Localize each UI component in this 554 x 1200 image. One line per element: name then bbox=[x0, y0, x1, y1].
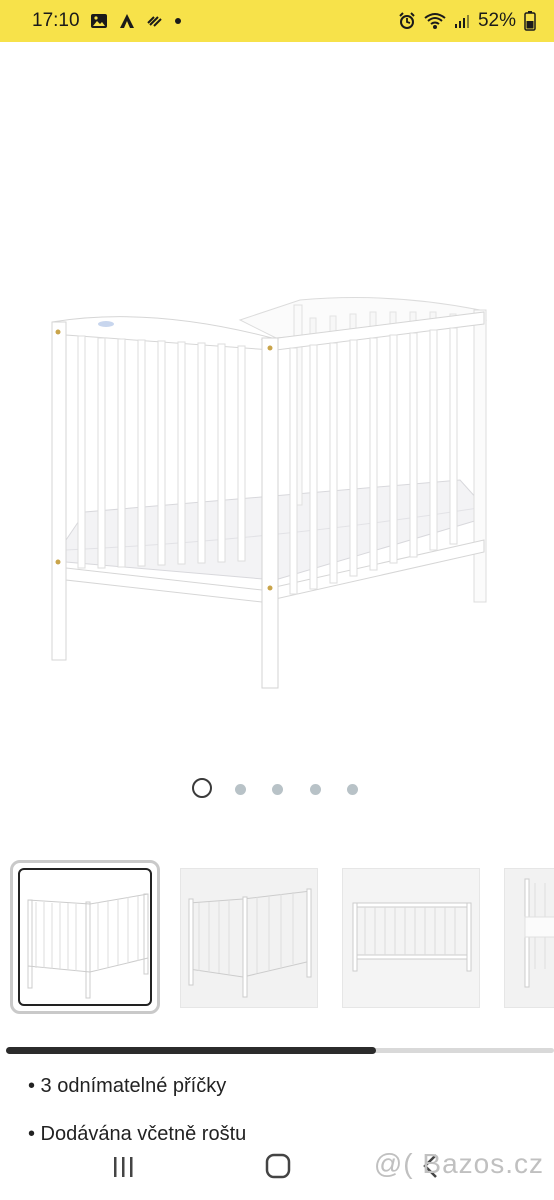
image-pagination bbox=[0, 778, 554, 802]
thumbnail-strip[interactable] bbox=[0, 860, 554, 1020]
thumbnail[interactable] bbox=[180, 868, 318, 1008]
status-bar: 17:10 52% bbox=[0, 0, 554, 42]
notification-dot-icon bbox=[174, 17, 182, 25]
thumbnail-crib-image bbox=[181, 869, 317, 1007]
pagination-dot[interactable] bbox=[347, 784, 358, 795]
signal-icon bbox=[454, 13, 470, 29]
pagination-dot[interactable] bbox=[235, 784, 246, 795]
pagination-dot[interactable] bbox=[310, 784, 321, 795]
status-left: 17:10 bbox=[32, 10, 182, 32]
app-logo-icon bbox=[118, 13, 136, 29]
thumbnail-crib-image bbox=[27, 893, 149, 999]
thumbnail-selected[interactable] bbox=[10, 860, 160, 1014]
watermark: @( Bazos.cz bbox=[373, 1148, 544, 1179]
pagination-dot-active[interactable] bbox=[192, 778, 212, 798]
main-product-image[interactable] bbox=[0, 250, 554, 720]
thumbnail-crib-image bbox=[343, 869, 479, 1007]
recent-apps-icon[interactable] bbox=[110, 1154, 136, 1185]
crib-image bbox=[51, 297, 487, 689]
thumbnail[interactable] bbox=[504, 868, 554, 1008]
thumbnail[interactable] bbox=[342, 868, 480, 1008]
thumbnail-crib-image bbox=[505, 869, 554, 1007]
gallery-icon bbox=[90, 13, 108, 29]
wifi-icon bbox=[424, 12, 446, 30]
description-bullet: • 3 odnímatelné příčky bbox=[28, 1075, 227, 1097]
thumbnail-scrollbar-thumb[interactable] bbox=[6, 1047, 376, 1054]
status-time: 17:10 bbox=[32, 10, 80, 31]
battery-percent: 52% bbox=[477, 10, 516, 31]
home-icon[interactable] bbox=[264, 1152, 292, 1185]
pagination-dot[interactable] bbox=[272, 784, 283, 795]
missed-call-icon bbox=[146, 13, 164, 29]
alarm-icon bbox=[398, 12, 416, 30]
battery-icon bbox=[524, 11, 536, 31]
status-right: 52% bbox=[398, 10, 536, 32]
